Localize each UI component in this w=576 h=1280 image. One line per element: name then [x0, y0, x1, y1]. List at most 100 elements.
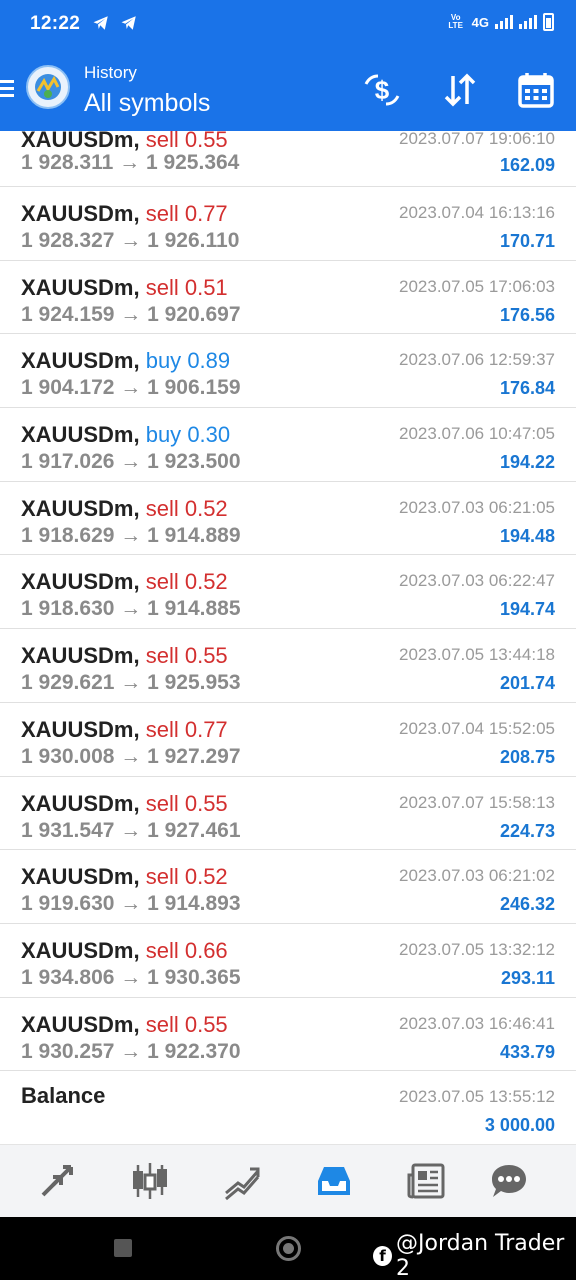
home-button[interactable]: [276, 1236, 301, 1261]
trade-side: sell 0.77: [146, 201, 228, 226]
open-price: 1 917.026: [21, 450, 115, 474]
trade-symbol: XAUUSDm: [21, 569, 134, 595]
signal-icon: [495, 15, 513, 29]
close-price: 1 922.370: [147, 1039, 241, 1063]
calendar-icon[interactable]: [516, 70, 556, 110]
trade-row[interactable]: XAUUSDm, sell 0.51 1 924.159 → 1 920.697 2…: [0, 261, 576, 335]
trade-row[interactable]: XAUUSDm, sell 0.55 1 929.621 → 1 925.953 2…: [0, 629, 576, 703]
trade-volume: 0.66: [184, 937, 228, 963]
trade-symbol-line: XAUUSDm, sell 0.55: [21, 791, 228, 817]
trade-row[interactable]: XAUUSDm, sell 0.77 1 930.008 → 1 927.297 2…: [0, 703, 576, 777]
signal-icon: [519, 15, 537, 29]
trade-time: 2023.07.04 16:13:16: [399, 203, 555, 222]
trade-direction: sell: [145, 716, 179, 742]
bottom-navigation: [0, 1144, 576, 1217]
trade-profit: 176.56: [499, 304, 555, 325]
trade-profit: 194.22: [499, 452, 555, 473]
trade-symbol: XAUUSDm: [21, 1011, 134, 1037]
trade-side: sell 0.55: [146, 791, 228, 816]
balance-row[interactable]: Balance 2023.07.05 13:55:12 3 000.00: [0, 1071, 576, 1144]
chart-icon[interactable]: [130, 1161, 170, 1201]
arrow-right-icon: →: [114, 597, 148, 621]
open-price: 1 924.159: [21, 302, 115, 326]
open-price: 1 918.630: [21, 597, 115, 621]
trade-prices: 1 930.257 → 1 922.370: [21, 1040, 241, 1064]
system-nav-bar: f @Jordan Trader 2: [0, 1217, 576, 1280]
trade-volume: 0.77: [184, 716, 228, 742]
trade-row[interactable]: XAUUSDm, buy 0.89 1 904.172 → 1 906.159 20…: [0, 334, 576, 409]
trade-symbol: XAUUSDm: [21, 790, 134, 816]
trade-prices: 1 904.172 → 1 906.159: [21, 376, 241, 400]
dollar-swap-icon[interactable]: $: [362, 70, 402, 110]
separator: ,: [133, 348, 146, 374]
trade-row[interactable]: XAUUSDm, sell 0.55 1 928.311 → 1 925.364 2…: [0, 131, 576, 187]
telegram-icon: [93, 16, 108, 30]
history-icon[interactable]: [314, 1161, 354, 1201]
messages-icon[interactable]: [489, 1161, 529, 1201]
separator: ,: [133, 422, 146, 448]
separator: ,: [133, 643, 146, 669]
trade-side: sell 0.66: [146, 938, 228, 963]
trade-time: 2023.07.03 16:46:41: [399, 1013, 555, 1033]
facebook-icon: f: [373, 1246, 393, 1266]
arrow-right-icon: →: [114, 1039, 148, 1063]
trade-profit: 201.74: [499, 673, 555, 694]
open-price: 1 934.806: [21, 965, 115, 989]
trade-symbol: XAUUSDm: [21, 274, 134, 300]
volte-indicator: Vo LTE: [448, 13, 463, 30]
trade-row[interactable]: XAUUSDm, sell 0.52 1 918.630 → 1 914.885 2…: [0, 555, 576, 630]
trade-row[interactable]: XAUUSDm, sell 0.52 1 919.630 → 1 914.893 2…: [0, 850, 576, 924]
trade-symbol: XAUUSDm: [21, 495, 134, 521]
open-price: 1 928.311: [21, 151, 114, 174]
logo-icon: [35, 74, 61, 100]
trade-time: 2023.07.06 12:59:37: [399, 350, 555, 370]
trade-direction: sell: [145, 864, 179, 890]
trade-volume: 0.52: [184, 864, 228, 890]
trade-side: buy 0.89: [146, 348, 230, 373]
trade-direction: sell: [145, 643, 179, 669]
trade-side: sell 0.52: [146, 496, 228, 521]
trade-icon[interactable]: [222, 1161, 262, 1201]
trade-profit: 293.11: [500, 967, 555, 988]
page-title[interactable]: All symbols: [84, 89, 210, 118]
separator: ,: [133, 495, 146, 521]
close-price: 1 930.365: [147, 965, 241, 989]
recent-apps-button[interactable]: [114, 1239, 132, 1257]
trade-direction: sell: [145, 274, 179, 300]
watermark-text: @Jordan Trader 2: [396, 1231, 565, 1280]
trade-time: 2023.07.05 13:44:18: [399, 645, 555, 665]
trade-row[interactable]: XAUUSDm, sell 0.66 1 934.806 → 1 930.365 2…: [0, 924, 576, 998]
trade-row[interactable]: XAUUSDm, sell 0.55 1 930.257 → 1 922.370 2…: [0, 998, 576, 1072]
trade-side: sell 0.51: [146, 275, 228, 300]
trade-direction: sell: [145, 1011, 179, 1037]
app-logo: [26, 65, 70, 109]
trade-symbol: XAUUSDm: [21, 864, 134, 890]
sort-icon[interactable]: [440, 70, 480, 110]
top-bar: 12:22 Vo LTE 4G History All symbols $: [0, 0, 576, 131]
trade-prices: 1 919.630 → 1 914.893: [21, 892, 241, 916]
trade-prices: 1 931.547 → 1 927.461: [21, 819, 241, 843]
separator: ,: [133, 716, 146, 742]
trade-row[interactable]: XAUUSDm, sell 0.77 1 928.327 → 1 926.110 2…: [0, 187, 576, 261]
trade-time: 2023.07.04 15:52:05: [399, 718, 555, 738]
close-price: 1 914.893: [147, 892, 241, 916]
trade-row[interactable]: XAUUSDm, buy 0.30 1 917.026 → 1 923.500 20…: [0, 408, 576, 482]
quotes-icon[interactable]: [37, 1161, 77, 1201]
trade-profit: 170.71: [499, 231, 555, 251]
trade-symbol-line: XAUUSDm, sell 0.77: [21, 717, 228, 743]
separator: ,: [133, 790, 146, 816]
trade-symbol: XAUUSDm: [21, 643, 134, 669]
trade-volume: 0.55: [184, 131, 228, 152]
separator: ,: [133, 864, 146, 890]
trade-profit: 176.84: [499, 378, 555, 399]
trade-row[interactable]: XAUUSDm, sell 0.52 1 918.629 → 1 914.889 2…: [0, 482, 576, 556]
trade-row[interactable]: XAUUSDm, sell 0.55 1 931.547 → 1 927.461 2…: [0, 777, 576, 851]
history-list[interactable]: XAUUSDm, sell 0.55 1 928.311 → 1 925.364 2…: [0, 131, 576, 1144]
trade-symbol: XAUUSDm: [21, 348, 134, 374]
open-price: 1 919.630: [21, 892, 115, 916]
trade-symbol: XAUUSDm: [21, 937, 134, 963]
balance-amount: 3 000.00: [484, 1115, 555, 1136]
news-icon[interactable]: [406, 1161, 446, 1201]
status-bar: 12:22 Vo LTE 4G: [0, 0, 576, 48]
menu-icon[interactable]: [0, 80, 14, 98]
